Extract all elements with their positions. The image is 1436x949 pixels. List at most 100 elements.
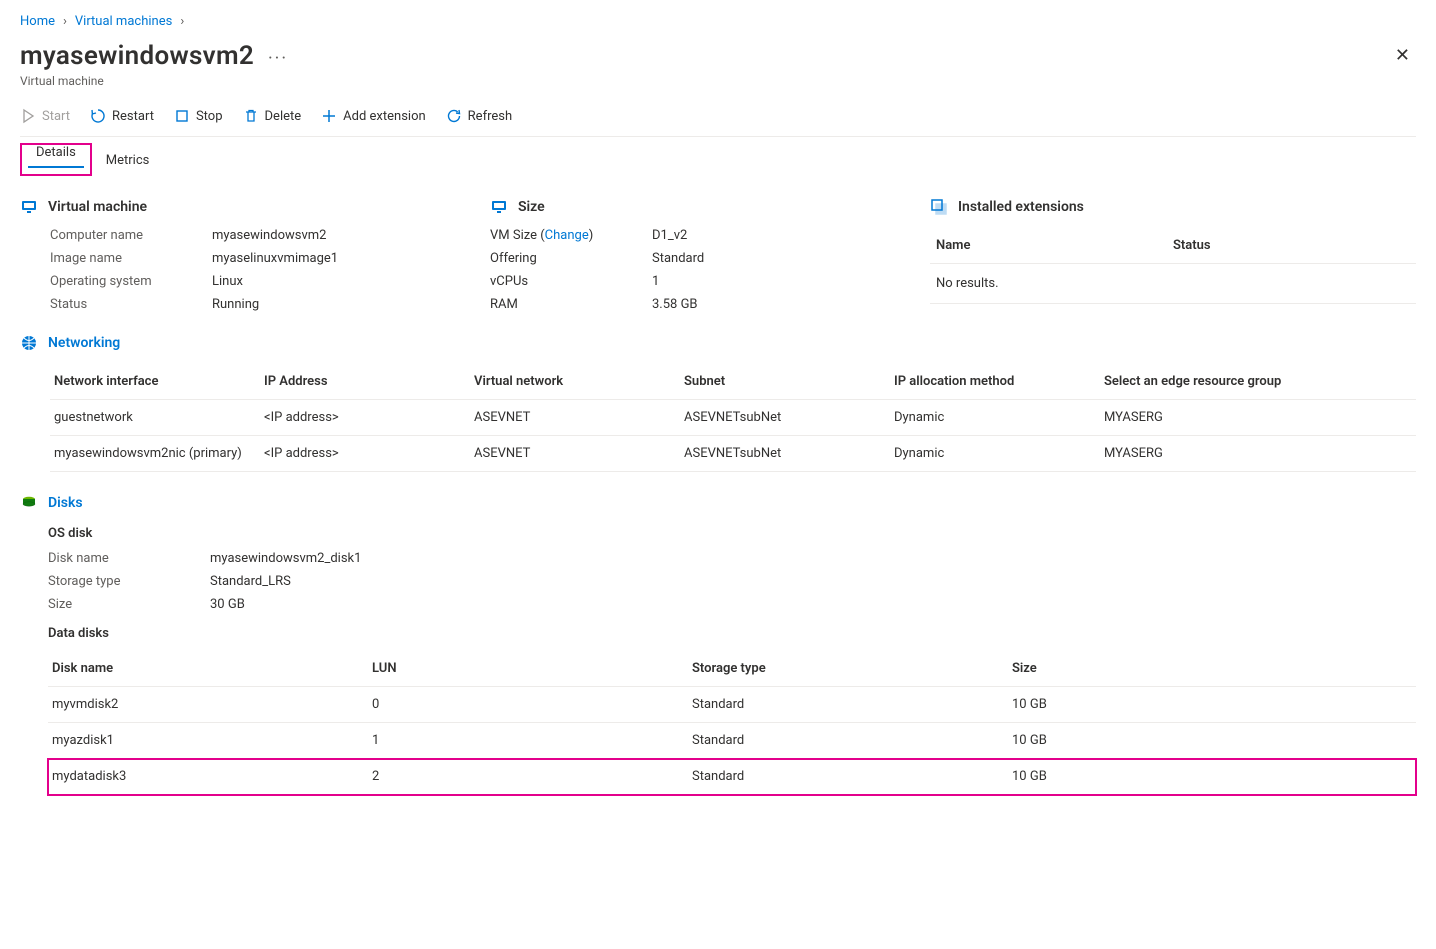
plus-icon [321,108,337,124]
net-iface: myasewindowsvm2nic (primary) [54,446,264,461]
os-disk-name-value: myasewindowsvm2_disk1 [210,551,1416,566]
image-name-key: Image name [50,251,200,266]
dd-col-lun: LUN [372,661,692,676]
ext-col-status: Status [1173,238,1410,253]
net-subnet: ASEVNETsubNet [684,410,894,425]
status-key: Status [50,297,200,312]
virtual-machine-section: Virtual machine Computer name myasewindo… [20,198,470,312]
dd-name: myazdisk1 [52,733,372,748]
networking-section: Networking Network interface IP Address … [20,334,1416,472]
os-disk-name-key: Disk name [48,551,198,566]
net-row[interactable]: guestnetwork <IP address> ASEVNET ASEVNE… [50,400,1416,436]
stop-button[interactable]: Stop [174,108,223,124]
dd-col-size: Size [1012,661,1412,676]
add-extension-button[interactable]: Add extension [321,108,426,124]
disks-heading-link[interactable]: Disks [48,495,83,511]
data-disk-row-highlighted[interactable]: mydatadisk3 2 Standard 10 GB [48,759,1416,795]
dd-col-type: Storage type [692,661,1012,676]
data-disk-row[interactable]: myvmdisk2 0 Standard 10 GB [48,687,1416,723]
os-value: Linux [212,274,470,289]
stop-icon [174,108,190,124]
dd-name: mydatadisk3 [52,769,372,784]
ram-value: 3.58 GB [652,297,910,312]
page-title: myasewindowsvm2 [20,41,254,71]
tab-bar: Details Metrics [20,143,1416,176]
breadcrumb-home[interactable]: Home [20,14,55,29]
size-section: Size VM Size (Change) D1_v2 Offering Sta… [490,198,910,312]
vm-icon [490,198,508,216]
vmsize-key: VM Size (Change) [490,228,640,243]
net-rg: MYASERG [1104,446,1412,461]
change-vmsize-link[interactable]: Change [545,228,589,243]
dd-size: 10 GB [1012,733,1412,748]
net-iface: guestnetwork [54,410,264,425]
play-icon [20,108,36,124]
refresh-label: Refresh [468,109,512,124]
offering-key: Offering [490,251,640,266]
size-heading: Size [518,199,545,215]
network-icon [20,334,38,352]
networking-header-row: Network interface IP Address Virtual net… [50,364,1416,400]
trash-icon [243,108,259,124]
dd-size: 10 GB [1012,769,1412,784]
dd-lun: 2 [372,769,692,784]
net-ip: <IP address> [264,410,474,425]
vcpus-key: vCPUs [490,274,640,289]
close-button[interactable]: ✕ [1389,39,1416,72]
extensions-header-row: Name Status [930,228,1416,264]
breadcrumb-virtual-machines[interactable]: Virtual machines [75,14,172,29]
net-col-subnet: Subnet [684,374,894,389]
networking-heading-link[interactable]: Networking [48,335,120,351]
net-row[interactable]: myasewindowsvm2nic (primary) <IP address… [50,436,1416,472]
image-name-value: myaselinuxvmimage1 [212,251,470,266]
dd-col-name: Disk name [52,661,372,676]
more-actions-button[interactable]: ··· [268,48,288,69]
breadcrumb: Home › Virtual machines › [20,14,1416,29]
refresh-button[interactable]: Refresh [446,108,512,124]
dd-type: Standard [692,733,1012,748]
os-disk-subheading: OS disk [20,526,1416,541]
dd-size: 10 GB [1012,697,1412,712]
net-ip: <IP address> [264,446,474,461]
resource-type-label: Virtual machine [20,74,1416,88]
refresh-icon [446,108,462,124]
os-disk-storage-value: Standard_LRS [210,574,1416,589]
delete-button[interactable]: Delete [243,108,302,124]
status-value: Running [212,297,470,312]
computer-name-value: myasewindowsvm2 [212,228,470,243]
restart-icon [90,108,106,124]
net-rg: MYASERG [1104,410,1412,425]
stop-label: Stop [196,109,223,124]
net-alloc: Dynamic [894,446,1104,461]
dd-lun: 1 [372,733,692,748]
vm-icon [20,198,38,216]
highlight-annotation: Details [20,143,92,176]
delete-label: Delete [265,109,302,124]
vcpus-value: 1 [652,274,910,289]
net-subnet: ASEVNETsubNet [684,446,894,461]
dd-name: myvmdisk2 [52,697,372,712]
restart-label: Restart [112,109,154,124]
extensions-empty: No results. [930,264,1416,304]
computer-name-key: Computer name [50,228,200,243]
net-col-alloc: IP allocation method [894,374,1104,389]
disks-section: Disks OS disk Disk name myasewindowsvm2_… [20,494,1416,795]
chevron-right-icon: › [63,14,67,29]
start-label: Start [42,109,70,124]
data-disks-subheading: Data disks [20,626,1416,641]
os-key: Operating system [50,274,200,289]
ext-col-name: Name [936,238,1173,253]
net-col-iface: Network interface [54,374,264,389]
data-disk-row[interactable]: myazdisk1 1 Standard 10 GB [48,723,1416,759]
net-vnet: ASEVNET [474,410,684,425]
vmsize-value: D1_v2 [652,228,910,243]
net-alloc: Dynamic [894,410,1104,425]
start-button[interactable]: Start [20,108,70,124]
add-extension-label: Add extension [343,109,426,124]
chevron-right-icon: › [180,14,184,29]
tab-metrics[interactable]: Metrics [92,143,164,176]
tab-details[interactable]: Details [22,135,90,168]
restart-button[interactable]: Restart [90,108,154,124]
offering-value: Standard [652,251,910,266]
dd-type: Standard [692,769,1012,784]
